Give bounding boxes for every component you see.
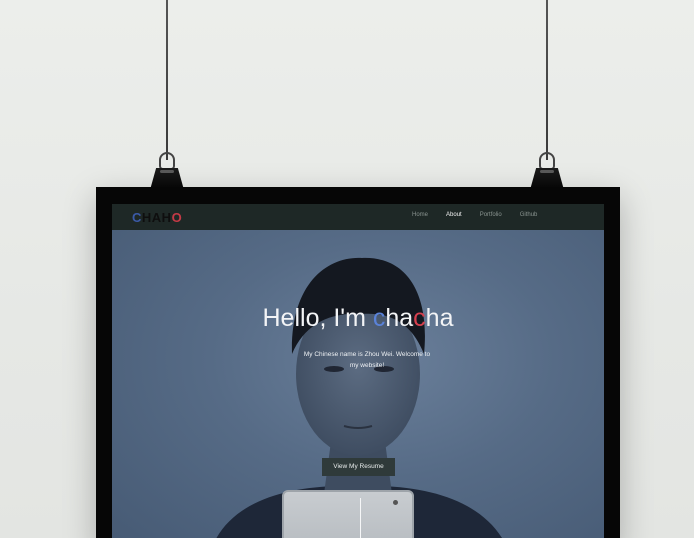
hero-subtitle: My Chinese name is Zhou Wei. Welcome to …	[303, 351, 431, 369]
site-navbar: C HAH O Home About Portfolio Github	[112, 204, 604, 230]
nav-item-home[interactable]: Home	[412, 212, 428, 218]
hero-title-prefix: Hello, I'm	[262, 304, 373, 332]
poster-scene: C HAH O Home About Portfolio Github Hell…	[0, 0, 694, 538]
tablet-camera-icon	[393, 500, 398, 505]
hanging-wire-left	[166, 0, 168, 160]
hero-title-red-c: c	[413, 304, 426, 332]
nav-item-about[interactable]: About	[446, 212, 462, 218]
portrait-photo	[216, 257, 502, 538]
nav-item-portfolio[interactable]: Portfolio	[480, 212, 502, 218]
tablet-device	[282, 490, 414, 538]
view-resume-button[interactable]: View My Resume	[322, 458, 395, 476]
logo-letter-o: O	[171, 209, 183, 225]
hero-title: Hello, I'm chacha	[112, 304, 604, 333]
logo-letter-c: C	[132, 209, 142, 225]
hero-title-end: ha	[425, 304, 454, 332]
hanging-wire-right	[546, 0, 548, 160]
nav-item-github[interactable]: Github	[520, 212, 538, 218]
logo-letters-hah: HAH	[141, 209, 172, 225]
site-logo[interactable]: C HAH O	[132, 209, 182, 225]
poster-frame: C HAH O Home About Portfolio Github Hell…	[96, 187, 620, 538]
site-nav: Home About Portfolio Github	[412, 212, 537, 218]
hero-title-mid: ha	[385, 304, 414, 332]
hero-title-blue-c: c	[372, 304, 386, 332]
website-screen: C HAH O Home About Portfolio Github Hell…	[112, 204, 604, 538]
